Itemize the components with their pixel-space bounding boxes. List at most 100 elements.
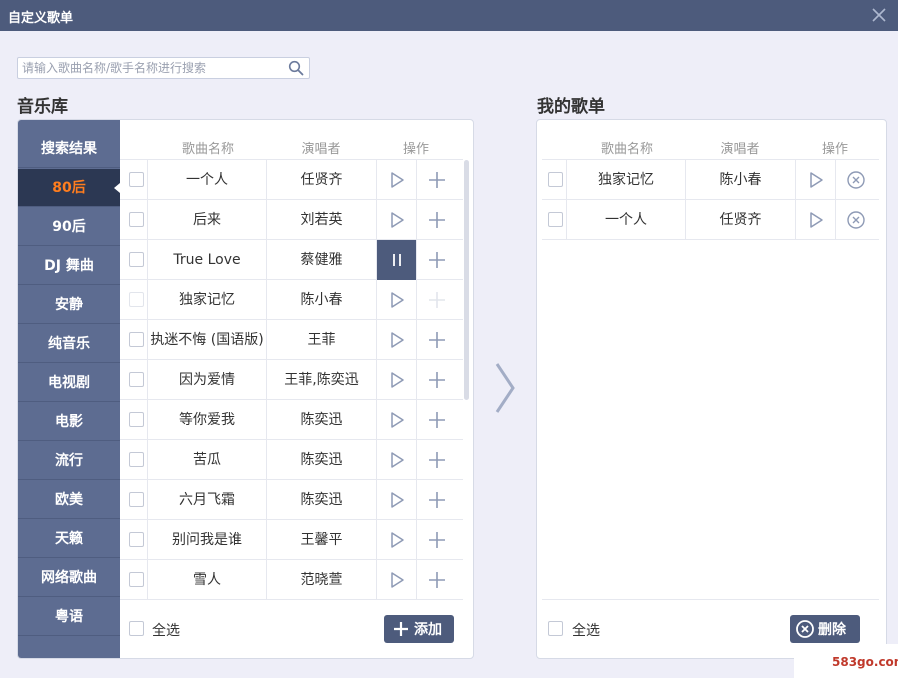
play-button[interactable] <box>376 480 416 520</box>
plus-icon <box>428 372 445 388</box>
play-button[interactable] <box>376 280 416 320</box>
row-checkbox[interactable] <box>129 532 144 547</box>
table-row: 等你爱我 陈奕迅 <box>120 400 463 440</box>
song-title: 独家记忆 <box>566 160 685 200</box>
add-song-button[interactable] <box>416 440 456 480</box>
library-panel: 搜索结果 80后 90后 DJ 舞曲 安静 纯音乐 电视剧 电影 流行 欧美 天… <box>17 119 474 659</box>
song-title: 后来 <box>147 200 266 240</box>
window-title: 自定义歌单 <box>8 11 74 26</box>
category-search-results[interactable]: 搜索结果 <box>18 130 120 168</box>
song-title: True Love <box>147 240 266 280</box>
remove-song-button[interactable] <box>835 200 875 240</box>
footer-divider <box>542 599 879 600</box>
song-artist: 陈奕迅 <box>266 440 376 480</box>
category-80s[interactable]: 80后 <box>18 169 120 207</box>
row-checkbox[interactable] <box>129 492 144 507</box>
row-checkbox[interactable] <box>129 572 144 587</box>
category-quiet[interactable]: 安静 <box>18 286 120 324</box>
chevron-right-icon <box>495 363 515 413</box>
row-checkbox[interactable] <box>548 212 563 227</box>
play-button[interactable] <box>376 200 416 240</box>
row-checkbox[interactable] <box>548 172 563 187</box>
watermark-text: 583go.com <box>832 655 898 669</box>
play-button[interactable] <box>376 560 416 600</box>
close-icon[interactable] <box>868 4 890 26</box>
category-90s[interactable]: 90后 <box>18 208 120 246</box>
category-pure-music[interactable]: 纯音乐 <box>18 325 120 363</box>
row-checkbox[interactable] <box>129 332 144 347</box>
plus-icon <box>428 412 445 428</box>
table-row: 一个人 任贤齐 <box>120 160 463 200</box>
row-checkbox[interactable] <box>129 372 144 387</box>
play-icon <box>390 452 404 468</box>
category-western[interactable]: 欧美 <box>18 481 120 519</box>
add-button[interactable]: 添加 <box>384 615 454 643</box>
table-row: 独家记忆 陈小春 <box>542 160 879 200</box>
row-checkbox[interactable] <box>129 412 144 427</box>
add-song-button[interactable] <box>416 240 456 280</box>
row-checkbox[interactable] <box>129 292 144 307</box>
search-box <box>17 57 310 79</box>
select-all-checkbox[interactable] <box>548 621 563 636</box>
play-button[interactable] <box>795 200 835 240</box>
category-cantonese[interactable]: 粤语 <box>18 598 120 636</box>
plus-icon <box>428 572 445 588</box>
plus-icon <box>394 622 408 636</box>
category-movie[interactable]: 电影 <box>18 403 120 441</box>
play-button[interactable] <box>376 160 416 200</box>
row-checkbox[interactable] <box>129 252 144 267</box>
song-title: 雪人 <box>147 560 266 600</box>
add-song-button[interactable] <box>416 400 456 440</box>
category-dj[interactable]: DJ 舞曲 <box>18 247 120 285</box>
close-circle-icon <box>846 171 865 189</box>
row-checkbox[interactable] <box>129 212 144 227</box>
add-song-button[interactable] <box>416 520 456 560</box>
play-button[interactable] <box>376 520 416 560</box>
add-song-button[interactable] <box>416 360 456 400</box>
add-song-button[interactable] <box>416 200 456 240</box>
play-icon <box>390 212 404 228</box>
category-sidebar: 搜索结果 80后 90后 DJ 舞曲 安静 纯音乐 电视剧 电影 流行 欧美 天… <box>18 120 120 658</box>
close-circle-icon <box>846 211 865 229</box>
category-internet[interactable]: 网络歌曲 <box>18 559 120 597</box>
library-scrollbar[interactable] <box>464 160 469 400</box>
add-song-button[interactable] <box>416 480 456 520</box>
watermark: 583go.com <box>794 644 898 678</box>
table-row: 独家记忆 陈小春 <box>120 280 463 320</box>
row-checkbox[interactable] <box>129 452 144 467</box>
play-button[interactable] <box>376 320 416 360</box>
table-row: 别问我是谁 王馨平 <box>120 520 463 560</box>
pause-button[interactable] <box>376 240 416 280</box>
search-input[interactable] <box>18 58 286 78</box>
play-button[interactable] <box>376 440 416 480</box>
row-checkbox[interactable] <box>129 172 144 187</box>
play-button[interactable] <box>795 160 835 200</box>
search-icon[interactable] <box>288 60 304 76</box>
category-tv[interactable]: 电视剧 <box>18 364 120 402</box>
song-artist: 蔡健雅 <box>266 240 376 280</box>
song-artist: 范晓萱 <box>266 560 376 600</box>
add-song-button[interactable] <box>416 560 456 600</box>
play-button[interactable] <box>376 400 416 440</box>
play-icon <box>390 292 404 308</box>
category-pop[interactable]: 流行 <box>18 442 120 480</box>
song-title: 独家记忆 <box>147 280 266 320</box>
table-row: 执迷不悔 (国语版) 王菲 <box>120 320 463 360</box>
add-song-button[interactable] <box>416 320 456 360</box>
song-artist: 陈奕迅 <box>266 480 376 520</box>
delete-button-label: 删除 <box>818 622 846 638</box>
select-all-checkbox[interactable] <box>129 621 144 636</box>
song-artist: 王菲,陈奕迅 <box>266 360 376 400</box>
play-icon <box>390 372 404 388</box>
plus-icon <box>428 212 445 228</box>
add-song-button[interactable] <box>416 160 456 200</box>
remove-song-button[interactable] <box>835 160 875 200</box>
play-icon <box>390 532 404 548</box>
play-button[interactable] <box>376 360 416 400</box>
song-artist: 王菲 <box>266 320 376 360</box>
song-artist: 任贤齐 <box>685 200 795 240</box>
song-title: 等你爱我 <box>147 400 266 440</box>
table-row: 六月飞霜 陈奕迅 <box>120 480 463 520</box>
category-tianlai[interactable]: 天籁 <box>18 520 120 558</box>
delete-button[interactable]: 删除 <box>790 615 860 643</box>
